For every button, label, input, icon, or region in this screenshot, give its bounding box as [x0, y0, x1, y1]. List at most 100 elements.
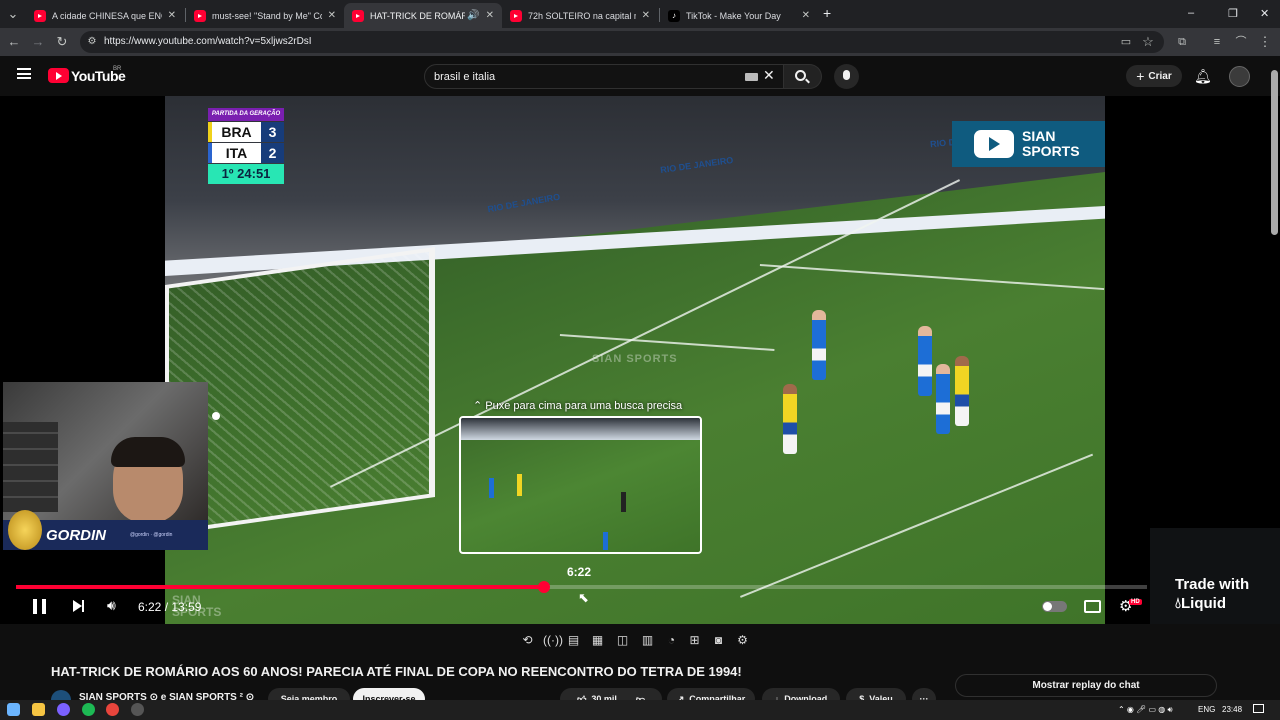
tray-icons[interactable]: ⌃ ◉ 🎤︎ ▭ ◍ 🔊︎	[1118, 705, 1173, 715]
pause-button[interactable]	[33, 599, 47, 614]
reading-list-icon[interactable]: ≡	[1209, 34, 1225, 50]
audio-waves-icon[interactable]: ((·))	[543, 633, 563, 648]
youtube-icon	[194, 9, 206, 22]
away-score: 2	[261, 143, 284, 163]
create-label: Criar	[1148, 70, 1172, 82]
page-scrollbar[interactable]	[1271, 70, 1278, 235]
center-watermark: SIAN SPORTS	[592, 353, 678, 365]
plus-icon: +	[1136, 68, 1145, 84]
site-info-icon[interactable]: ⚙	[84, 34, 100, 50]
youtube-icon	[34, 9, 46, 22]
play-logo-icon	[974, 130, 1014, 158]
windows-start-icon[interactable]	[7, 703, 20, 716]
clear-search-icon[interactable]: ✕	[763, 67, 775, 84]
create-button[interactable]: + Criar	[1126, 65, 1182, 87]
tab-search-icon[interactable]: ⌄	[5, 6, 21, 22]
ad-line1: Trade with	[1175, 576, 1250, 593]
extension-settings-icon[interactable]: ⚙	[735, 633, 750, 648]
preview-player	[621, 492, 626, 512]
chevron-up-icon: ⌃	[473, 400, 483, 412]
close-tab-icon[interactable]: ✕	[642, 10, 650, 21]
player	[955, 356, 969, 426]
close-tab-icon[interactable]: ✕	[168, 10, 176, 21]
scoreboard-row-away: ITA 2	[208, 143, 284, 163]
pause-icon-bar	[42, 599, 46, 614]
camera-icon[interactable]: ◙	[711, 633, 726, 648]
loop-icon[interactable]: ⟲	[520, 633, 535, 648]
file-explorer-icon[interactable]	[32, 703, 45, 716]
browser-tab-4[interactable]: 72h SOLTEIRO na capital mais ✕	[502, 3, 658, 28]
add-frame-icon[interactable]: ⊞	[687, 633, 702, 648]
voice-search-button[interactable]	[834, 64, 859, 89]
speed-gauge-icon[interactable]: ◔	[664, 633, 679, 648]
skip-next-icon	[73, 600, 84, 612]
minimize-button[interactable]: –	[1188, 7, 1194, 19]
streamer-name: GORDIN	[46, 527, 106, 544]
preview-player	[489, 478, 494, 498]
ad-text[interactable]: Trade with 💧︎Liquid	[1175, 575, 1249, 613]
profile-icon[interactable]: ⌒	[1233, 34, 1249, 50]
url-text[interactable]: https://www.youtube.com/watch?v=5xljws2r…	[104, 36, 312, 47]
reload-icon[interactable]: ↻	[54, 34, 70, 50]
webcam-person-hair	[111, 437, 185, 467]
browser-menu-icon[interactable]: ⋮	[1257, 34, 1273, 50]
captions-icon[interactable]: ▤	[566, 633, 581, 648]
bookmark-star-icon[interactable]: ☆	[1140, 34, 1156, 50]
close-window-button[interactable]: ✕	[1260, 7, 1269, 20]
away-team: ITA	[208, 143, 261, 163]
notification-center-icon[interactable]	[1253, 704, 1264, 713]
preview-player	[603, 532, 608, 550]
discord-icon[interactable]	[57, 703, 70, 716]
tab-title: must-see! "Stand by Me" Cover	[212, 10, 322, 21]
pause-icon	[33, 599, 37, 614]
volume-icon[interactable]: 🔊︎	[107, 597, 116, 614]
back-arrow-icon[interactable]: ←	[6, 34, 22, 50]
cast-icon[interactable]: ▭	[1118, 34, 1134, 50]
search-input[interactable]: brasil e italia ✕	[424, 64, 784, 89]
home-team: BRA	[208, 122, 261, 142]
audio-playing-icon[interactable]: 🔊	[467, 10, 479, 21]
video-title: HAT-TRICK DE ROMÁRIO AOS 60 ANOS! PARECI…	[51, 664, 742, 679]
cinema-mode-icon[interactable]: ▥	[640, 633, 655, 648]
keyboard-icon[interactable]	[745, 73, 758, 81]
player	[783, 384, 797, 454]
mouse-cursor-icon: ⬉	[578, 590, 589, 605]
close-tab-icon[interactable]: ✕	[802, 10, 810, 21]
show-chat-replay-button[interactable]: Mostrar replay do chat	[955, 674, 1217, 697]
microphone-icon	[843, 70, 850, 80]
chrome-icon[interactable]	[106, 703, 119, 716]
hd-badge: HD	[1129, 599, 1142, 605]
taskbar-clock[interactable]: 23:48	[1222, 705, 1242, 714]
input-language[interactable]: ENG	[1198, 705, 1215, 714]
search-button[interactable]	[784, 64, 822, 89]
browser-tab-5[interactable]: ♪ TikTok - Make Your Day ✕	[660, 3, 818, 28]
notifications-bell-icon[interactable]: 🔔︎	[1194, 68, 1212, 85]
scrub-hint: ⌃ Puxe para cima para uma busca precisa	[473, 399, 682, 412]
new-tab-button[interactable]: +	[823, 5, 831, 21]
browser-tab-1[interactable]: A cidade CHINESA que ENGANA ✕	[26, 3, 184, 28]
watermark-text: SIAN SPORTS	[1022, 129, 1080, 159]
time-separator: /	[161, 600, 172, 614]
close-tab-icon[interactable]: ✕	[328, 10, 336, 21]
tab-title: A cidade CHINESA que ENGANA	[52, 10, 162, 21]
next-button[interactable]	[73, 600, 84, 612]
close-tab-icon[interactable]: ✕	[486, 10, 494, 21]
film-icon[interactable]: ▦	[590, 633, 605, 648]
maximize-button[interactable]: ❐	[1228, 7, 1238, 20]
extensions-icon[interactable]: ⧉	[1174, 34, 1190, 50]
spotify-icon[interactable]	[82, 703, 95, 716]
forward-arrow-icon[interactable]: →	[30, 34, 46, 50]
app-icon[interactable]	[131, 703, 144, 716]
youtube-logo-icon[interactable]	[48, 68, 69, 83]
browser-tab-3-active[interactable]: HAT-TRICK DE ROMÁRIO AOS 🔊 ✕	[344, 3, 502, 28]
scoreboard-row-home: BRA 3	[208, 122, 284, 142]
subtitles-icon[interactable]	[1084, 600, 1101, 613]
progress-bar[interactable]	[16, 581, 1147, 593]
avatar[interactable]	[1229, 66, 1250, 87]
watermark-line2: SPORTS	[1022, 143, 1080, 159]
autoplay-toggle[interactable]	[1042, 601, 1067, 612]
watermark-line1: SIAN	[1022, 128, 1056, 144]
picture-in-picture-icon[interactable]: ◫	[615, 633, 630, 648]
hamburger-menu-icon[interactable]	[17, 68, 31, 79]
browser-tab-2[interactable]: must-see! "Stand by Me" Cover ✕	[186, 3, 344, 28]
